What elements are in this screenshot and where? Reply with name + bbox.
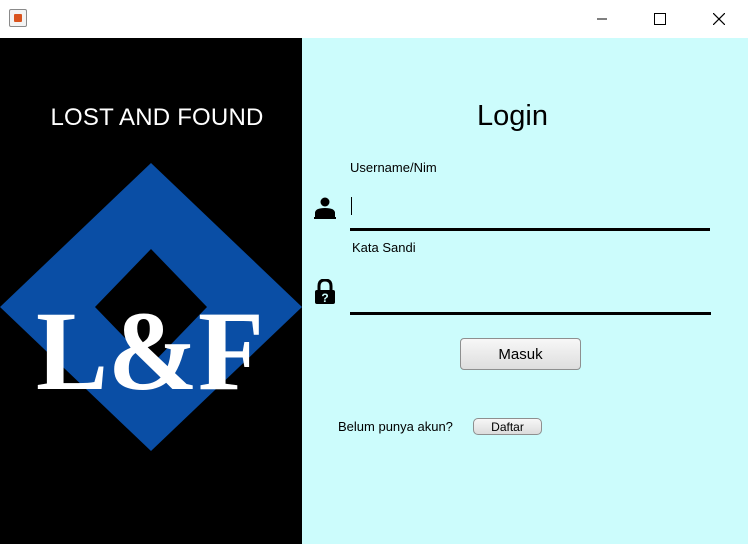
brand-title: LOST AND FOUND [50,104,264,131]
register-button[interactable]: Daftar [473,418,542,435]
title-bar [0,0,748,38]
password-label: Kata Sandi [352,240,416,255]
svg-text:?: ? [321,291,328,305]
lf-logo-text: L&F [36,288,264,414]
login-panel: Login Username/Nim Kata Sandi ? Masuk Be… [302,38,748,544]
minimize-icon [597,18,607,20]
login-button[interactable]: Masuk [460,338,581,370]
maximize-button[interactable] [631,0,689,38]
username-input[interactable] [350,196,710,231]
text-caret [351,197,352,215]
username-label: Username/Nim [350,160,437,175]
password-input[interactable] [350,280,711,315]
close-icon [713,13,725,25]
brand-panel: LOST AND FOUND L&F [0,38,302,544]
lock-icon: ? [315,279,335,305]
user-icon [314,197,336,219]
lf-logo: L&F [0,163,302,451]
login-title: Login [477,100,548,132]
minimize-button[interactable] [573,0,631,38]
signup-prompt: Belum punya akun? [338,419,453,434]
java-app-icon[interactable] [9,9,27,27]
maximize-icon [654,13,666,25]
close-button[interactable] [690,0,748,38]
